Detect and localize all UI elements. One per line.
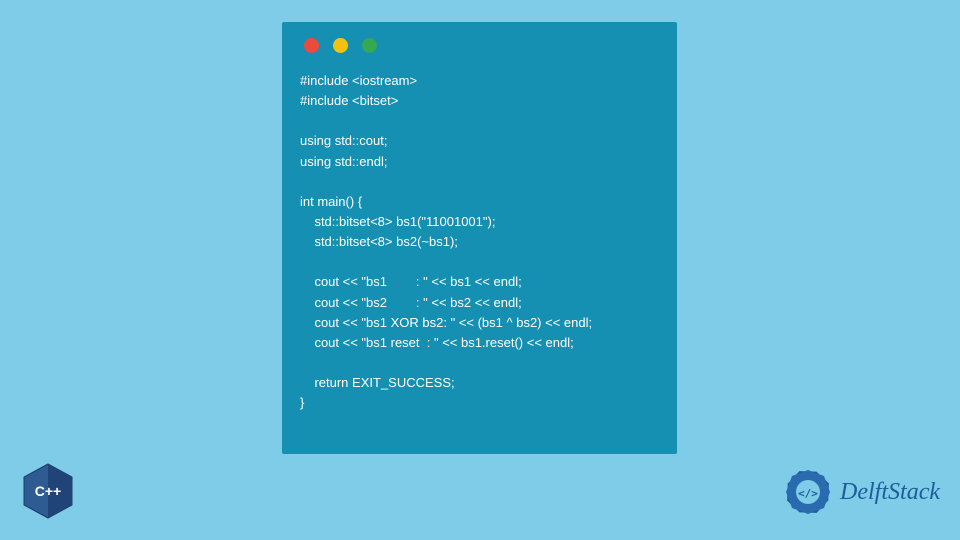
- code-content: #include <iostream> #include <bitset> us…: [300, 71, 659, 413]
- delftstack-logo: </> DelftStack: [782, 466, 940, 518]
- traffic-light-yellow-icon: [333, 38, 348, 53]
- delftstack-emblem-icon: </>: [782, 466, 834, 518]
- cpp-hexagon-icon: C++: [22, 462, 74, 520]
- code-window: #include <iostream> #include <bitset> us…: [282, 22, 677, 454]
- delftstack-logo-text: DelftStack: [840, 479, 940, 506]
- window-traffic-lights: [300, 38, 659, 53]
- svg-text:</>: </>: [798, 487, 818, 500]
- traffic-light-green-icon: [362, 38, 377, 53]
- cpp-badge: C++: [22, 462, 78, 524]
- traffic-light-red-icon: [304, 38, 319, 53]
- cpp-badge-label: C++: [35, 483, 61, 499]
